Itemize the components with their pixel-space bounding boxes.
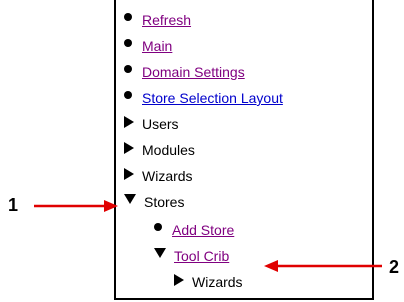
callout-arrows [34, 200, 382, 272]
callout-arrow-1-head [104, 200, 118, 212]
callout-arrow-2-head [264, 260, 278, 272]
